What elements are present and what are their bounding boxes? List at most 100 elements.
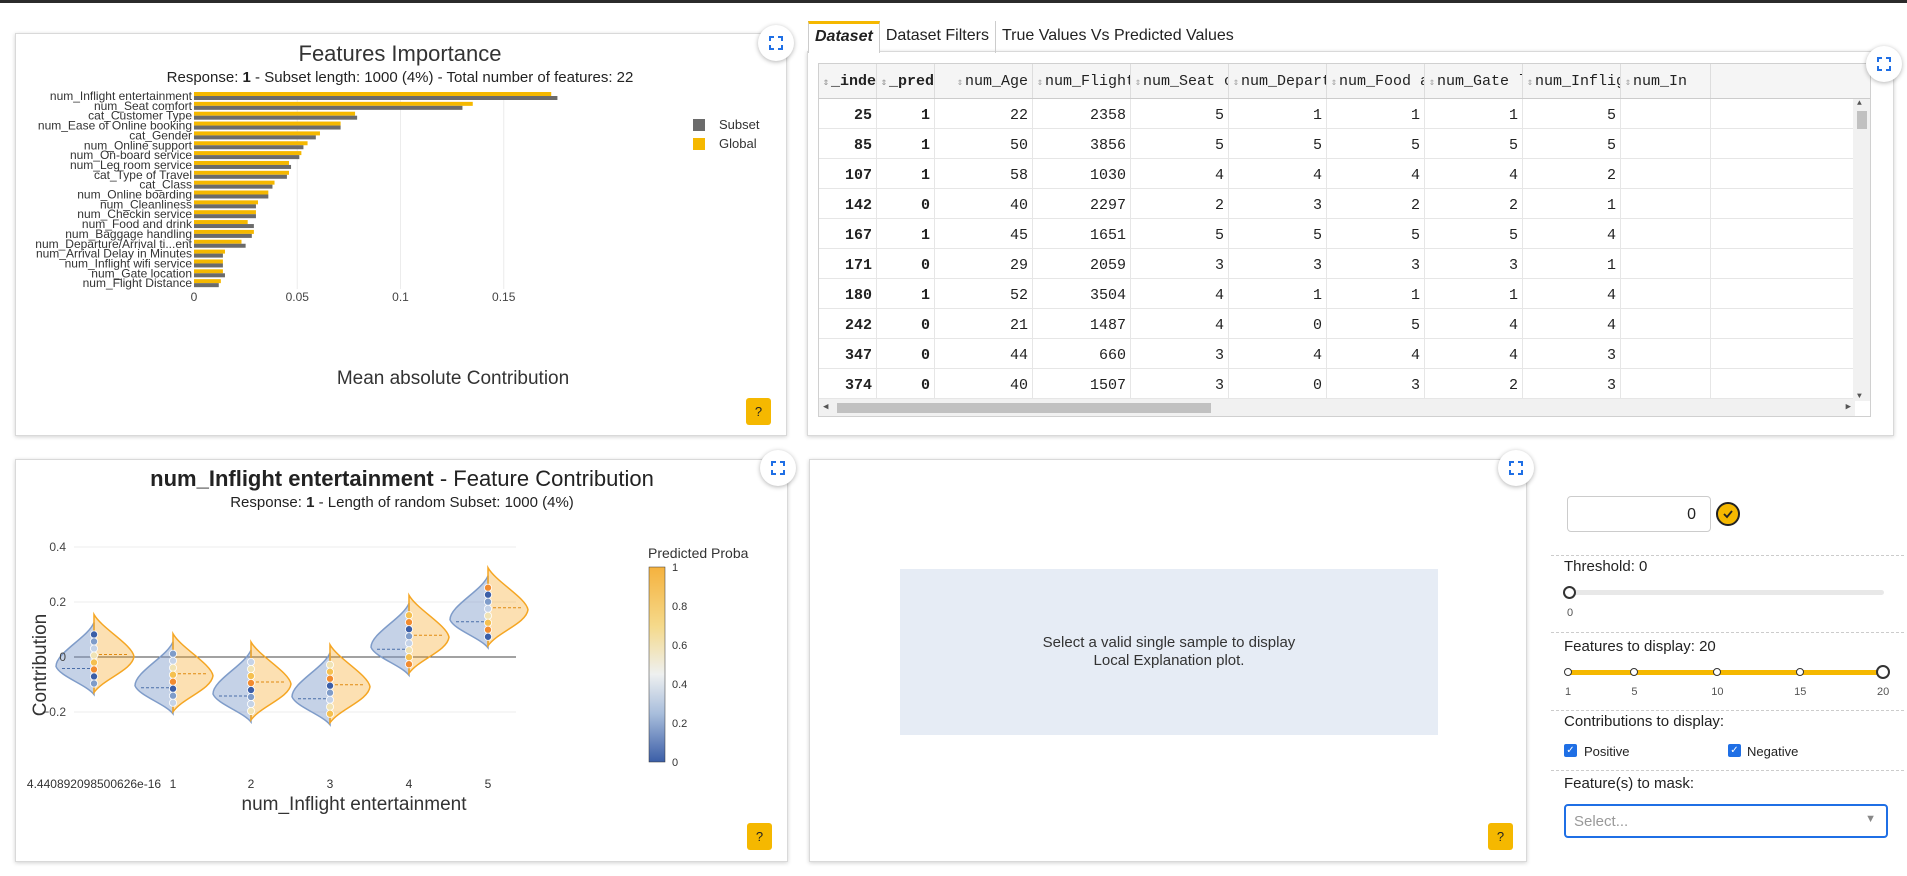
positive-label[interactable]: Positive	[1584, 744, 1630, 759]
sort-icon[interactable]: ⇕	[1625, 78, 1631, 89]
table-cell[interactable]: 2	[1425, 189, 1523, 218]
column-header[interactable]: ⇕ num_Age	[935, 64, 1033, 98]
vertical-scroll-thumb[interactable]	[1857, 111, 1867, 129]
table-cell[interactable]: 2	[1425, 369, 1523, 398]
table-cell[interactable]: 4	[1327, 339, 1425, 368]
sample-index-input[interactable]: 0	[1567, 496, 1711, 532]
table-cell[interactable]	[1621, 369, 1711, 398]
table-cell[interactable]: 4	[1229, 159, 1327, 188]
table-cell[interactable]: 0	[877, 249, 935, 278]
table-cell[interactable]: 50	[935, 129, 1033, 158]
table-cell[interactable]	[1621, 219, 1711, 248]
table-cell[interactable]: 1	[1425, 279, 1523, 308]
table-cell[interactable]: 0	[877, 369, 935, 398]
table-cell[interactable]	[1621, 249, 1711, 278]
threshold-slider-track[interactable]	[1568, 590, 1884, 595]
table-cell[interactable]: 3	[1229, 249, 1327, 278]
tab-dataset[interactable]: Dataset	[808, 21, 880, 53]
table-cell[interactable]: 5	[1523, 129, 1621, 158]
table-cell[interactable]: 1507	[1033, 369, 1131, 398]
table-cell[interactable]: 3856	[1033, 129, 1131, 158]
table-row[interactable]: 171 0 29 2059 3 3 3 3 1	[819, 249, 1870, 279]
scroll-up-icon[interactable]: ▲	[1857, 99, 1862, 108]
scroll-right-icon[interactable]: ▶	[1846, 402, 1851, 412]
features-slider-mark[interactable]	[1564, 668, 1572, 676]
table-cell[interactable]: 242	[819, 309, 877, 338]
table-cell[interactable]: 4	[1327, 159, 1425, 188]
tab-true-vs-predicted[interactable]: True Values Vs Predicted Values	[996, 21, 1240, 53]
expand-importance-button[interactable]	[758, 25, 794, 61]
table-cell[interactable]: 1651	[1033, 219, 1131, 248]
column-header[interactable]: ⇕num_Flight D	[1033, 64, 1131, 98]
table-cell[interactable]: 5	[1131, 219, 1229, 248]
expand-dataset-button[interactable]	[1866, 46, 1902, 82]
table-cell[interactable]	[1621, 129, 1711, 158]
table-cell[interactable]: 45	[935, 219, 1033, 248]
table-cell[interactable]: 44	[935, 339, 1033, 368]
table-cell[interactable]: 171	[819, 249, 877, 278]
table-cell[interactable]: 29	[935, 249, 1033, 278]
table-cell[interactable]: 180	[819, 279, 877, 308]
table-row[interactable]: 242 0 21 1487 4 0 5 4 4	[819, 309, 1870, 339]
local-explanation-help-button[interactable]: ?	[1488, 823, 1513, 850]
table-cell[interactable]: 1	[877, 159, 935, 188]
table-row[interactable]: 167 1 45 1651 5 5 5 5 4	[819, 219, 1870, 249]
table-cell[interactable]: 5	[1425, 129, 1523, 158]
tab-dataset-filters[interactable]: Dataset Filters	[880, 21, 996, 53]
table-cell[interactable]: 142	[819, 189, 877, 218]
column-header[interactable]: ⇕num_Departur	[1229, 64, 1327, 98]
table-cell[interactable]: 3	[1425, 249, 1523, 278]
table-cell[interactable]: 3	[1327, 249, 1425, 278]
table-cell[interactable]: 0	[1229, 309, 1327, 338]
table-cell[interactable]: 3	[1131, 369, 1229, 398]
table-cell[interactable]: 4	[1523, 219, 1621, 248]
table-cell[interactable]: 25	[819, 99, 877, 128]
table-cell[interactable]: 4	[1131, 279, 1229, 308]
table-cell[interactable]: 3	[1131, 249, 1229, 278]
column-header[interactable]: ⇕num_Gate loc	[1425, 64, 1523, 98]
table-cell[interactable]: 3	[1327, 369, 1425, 398]
column-header[interactable]: ⇕num_Food and	[1327, 64, 1425, 98]
table-cell[interactable]: 1	[1327, 279, 1425, 308]
table-cell[interactable]: 0	[877, 189, 935, 218]
table-cell[interactable]: 3	[1229, 189, 1327, 218]
table-cell[interactable]: 1	[877, 279, 935, 308]
table-row[interactable]: 374 0 40 1507 3 0 3 2 3	[819, 369, 1870, 399]
threshold-slider-handle[interactable]	[1563, 586, 1576, 599]
expand-local-explanation-button[interactable]	[1498, 450, 1534, 486]
table-cell[interactable]: 3	[1523, 339, 1621, 368]
table-cell[interactable]: 660	[1033, 339, 1131, 368]
table-cell[interactable]: 2297	[1033, 189, 1131, 218]
table-cell[interactable]: 5	[1131, 99, 1229, 128]
table-cell[interactable]	[1621, 309, 1711, 338]
table-cell[interactable]: 5	[1327, 219, 1425, 248]
table-cell[interactable]: 1	[1229, 279, 1327, 308]
dataset-table[interactable]: ⇕_index⇕_predi⇕num_Age⇕num_Flight D⇕num_…	[818, 63, 1871, 417]
table-cell[interactable]	[1621, 189, 1711, 218]
table-cell[interactable]: 40	[935, 369, 1033, 398]
table-cell[interactable]: 107	[819, 159, 877, 188]
table-cell[interactable]: 2	[1327, 189, 1425, 218]
table-cell[interactable]: 1	[877, 219, 935, 248]
table-cell[interactable]: 1030	[1033, 159, 1131, 188]
sort-icon[interactable]: ⇕	[1527, 78, 1533, 89]
table-cell[interactable]: 5	[1229, 129, 1327, 158]
expand-contribution-button[interactable]	[760, 450, 796, 486]
table-row[interactable]: 180 1 52 3504 4 1 1 1 4	[819, 279, 1870, 309]
sort-icon[interactable]: ⇕	[1429, 78, 1435, 89]
table-cell[interactable]: 1487	[1033, 309, 1131, 338]
table-cell[interactable]: 40	[935, 189, 1033, 218]
table-cell[interactable]: 3	[1131, 339, 1229, 368]
table-cell[interactable]: 52	[935, 279, 1033, 308]
table-cell[interactable]: 4	[1425, 309, 1523, 338]
table-cell[interactable]: 374	[819, 369, 877, 398]
table-cell[interactable]: 4	[1523, 309, 1621, 338]
horizontal-scrollbar[interactable]: ◀ ▶	[819, 399, 1855, 416]
vertical-scrollbar[interactable]: ▲ ▼	[1853, 99, 1870, 401]
table-cell[interactable]: 1	[877, 129, 935, 158]
table-cell[interactable]: 2358	[1033, 99, 1131, 128]
table-cell[interactable]: 2	[1131, 189, 1229, 218]
table-cell[interactable]: 5	[1523, 99, 1621, 128]
column-header[interactable]: ⇕ num_In	[1621, 64, 1711, 98]
table-cell[interactable]: 5	[1327, 309, 1425, 338]
